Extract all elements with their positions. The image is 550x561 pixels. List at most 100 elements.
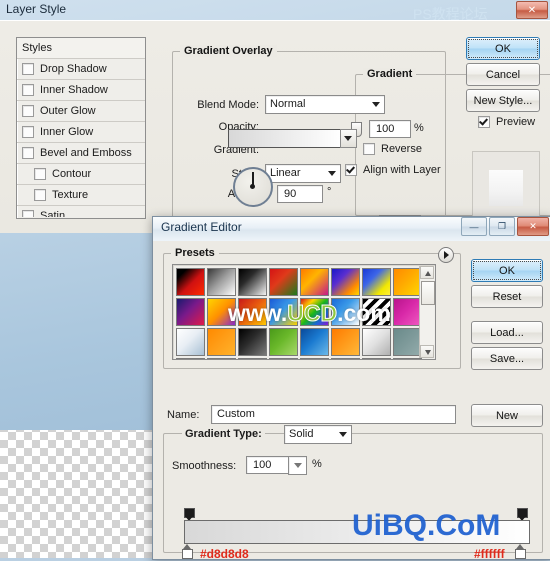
smoothness-stepper[interactable] <box>288 456 307 475</box>
gradient-preset-swatch[interactable] <box>300 298 329 326</box>
gradient-preset-swatch[interactable] <box>300 328 329 356</box>
styles-list[interactable]: Drop Shadow Inner Shadow Outer Glow Inner G… <box>17 59 145 217</box>
gradient-preset-swatch[interactable] <box>269 328 298 356</box>
style-row-inner-shadow[interactable]: Inner Shadow <box>17 80 145 101</box>
align-with-layer-checkbox[interactable]: Align with Layer <box>345 164 441 176</box>
gradient-preset-swatch[interactable] <box>207 268 236 296</box>
gradient-preview-swatch[interactable] <box>228 129 342 148</box>
close-icon[interactable]: ✕ <box>516 1 548 19</box>
ok-button[interactable]: OK <box>471 259 543 282</box>
gradient-preset-swatch[interactable] <box>207 298 236 326</box>
opacity-stop-left[interactable] <box>184 508 195 521</box>
gradient-preset-swatch[interactable] <box>362 328 391 356</box>
styles-list-header: Styles <box>17 38 145 59</box>
smoothness-input[interactable]: 100 <box>246 456 290 474</box>
reset-button[interactable]: Reset <box>471 285 543 308</box>
smoothness-value: 100 <box>253 459 272 471</box>
checkbox-icon[interactable] <box>22 126 34 138</box>
cancel-button[interactable]: Cancel <box>466 63 540 86</box>
style-row-inner-glow[interactable]: Inner Glow <box>17 122 145 143</box>
gradient-preset-swatch[interactable] <box>362 298 391 326</box>
gradient-preset-swatch[interactable] <box>331 298 360 326</box>
gradient-preset-swatch[interactable] <box>331 358 360 359</box>
ok-button[interactable]: OK <box>466 37 540 60</box>
checkbox-icon[interactable] <box>22 105 34 117</box>
presets-menu-icon[interactable] <box>438 247 454 263</box>
gradient-preset-swatch[interactable] <box>331 268 360 296</box>
load-button[interactable]: Load... <box>471 321 543 344</box>
gradient-preset-swatch[interactable] <box>393 298 422 326</box>
scroll-up-icon[interactable] <box>420 266 434 279</box>
gradient-preset-swatch[interactable] <box>176 268 205 296</box>
checkbox-icon[interactable] <box>22 210 34 217</box>
gradient-preset-swatch[interactable] <box>207 328 236 356</box>
style-row-bevel-and-emboss[interactable]: Bevel and Emboss <box>17 143 145 164</box>
checkbox-icon[interactable] <box>22 147 34 159</box>
gradient-preset-swatch[interactable] <box>269 298 298 326</box>
angle-dial[interactable] <box>233 167 273 207</box>
style-row-outer-glow[interactable]: Outer Glow <box>17 101 145 122</box>
gradient-preset-swatch[interactable] <box>207 358 236 359</box>
presets-section: Presets <box>163 247 461 369</box>
color-stop-right[interactable] <box>515 544 526 559</box>
reverse-checkbox[interactable]: Reverse <box>363 143 422 155</box>
angle-input[interactable]: 90 <box>277 185 323 203</box>
gradient-overlay-section-title: Gradient Overlay <box>180 45 277 57</box>
scroll-down-icon[interactable] <box>420 345 434 358</box>
gradient-preset-swatch[interactable] <box>176 358 205 359</box>
gradient-type-select[interactable]: Solid <box>284 425 352 444</box>
gradient-preset-swatch[interactable] <box>362 268 391 296</box>
gradient-preset-swatch[interactable] <box>238 328 267 356</box>
style-select[interactable]: Linear <box>265 164 341 183</box>
angle-value: 90 <box>284 188 297 200</box>
gradient-preset-swatch[interactable] <box>362 358 391 359</box>
presets-scrollbar[interactable] <box>419 266 435 358</box>
gradient-preset-swatch[interactable] <box>300 358 329 359</box>
checkbox-icon[interactable] <box>34 168 46 180</box>
gradient-preset-swatch[interactable] <box>393 328 422 356</box>
presets-listbox[interactable] <box>172 264 436 360</box>
minimize-icon[interactable]: — <box>461 217 487 236</box>
checkbox-icon[interactable] <box>34 189 46 201</box>
preview-checkbox[interactable]: Preview <box>478 116 535 128</box>
style-row-drop-shadow[interactable]: Drop Shadow <box>17 59 145 80</box>
blend-mode-select[interactable]: Normal <box>265 95 385 114</box>
style-row-label: Inner Glow <box>40 126 94 138</box>
gradient-preset-swatch[interactable] <box>176 328 205 356</box>
gradient-type-section: Gradient Type: Solid Smoothness: 100 % #… <box>163 425 543 561</box>
presets-grid[interactable] <box>176 268 424 359</box>
right-stop-hex-label: #ffffff <box>474 547 505 561</box>
gradient-preset-swatch[interactable] <box>238 298 267 326</box>
checkbox-icon[interactable] <box>22 63 34 75</box>
color-stop-left[interactable] <box>182 544 193 559</box>
name-input[interactable]: Custom <box>211 405 456 424</box>
close-icon[interactable]: ✕ <box>517 217 549 236</box>
gradient-picker-chevron-icon[interactable] <box>340 129 357 148</box>
style-row-label: Texture <box>52 189 89 201</box>
gradient-preset-swatch[interactable] <box>300 268 329 296</box>
opacity-input[interactable]: 100 <box>369 120 411 138</box>
gradient-preset-swatch[interactable] <box>238 358 267 359</box>
gradient-stop-editor[interactable] <box>184 508 530 544</box>
gradient-preset-swatch[interactable] <box>331 328 360 356</box>
layer-style-body: Styles Drop Shadow Inner Shadow Outer Glow… <box>0 20 550 233</box>
maximize-icon[interactable]: ❐ <box>489 217 515 236</box>
gradient-preset-swatch[interactable] <box>269 358 298 359</box>
save-button[interactable]: Save... <box>471 347 543 370</box>
checkbox-icon[interactable] <box>22 84 34 96</box>
gradient-preset-swatch[interactable] <box>269 268 298 296</box>
gradient-preset-swatch[interactable] <box>176 298 205 326</box>
gradient-bar[interactable] <box>184 520 530 544</box>
gradient-preset-swatch[interactable] <box>238 268 267 296</box>
style-row-contour[interactable]: Contour <box>17 164 145 185</box>
scrollbar-thumb[interactable] <box>421 281 435 305</box>
opacity-stop-right[interactable] <box>517 508 528 521</box>
triangle-up-icon <box>425 271 431 276</box>
new-style-button[interactable]: New Style... <box>466 89 540 112</box>
gradient-preset-swatch[interactable] <box>393 358 422 359</box>
style-row-satin[interactable]: Satin <box>17 206 145 217</box>
gradient-preset-swatch[interactable] <box>393 268 422 296</box>
new-button[interactable]: New <box>471 404 543 427</box>
gradient-editor-titlebar: Gradient Editor — ❐ ✕ <box>153 217 550 242</box>
style-row-texture[interactable]: Texture <box>17 185 145 206</box>
